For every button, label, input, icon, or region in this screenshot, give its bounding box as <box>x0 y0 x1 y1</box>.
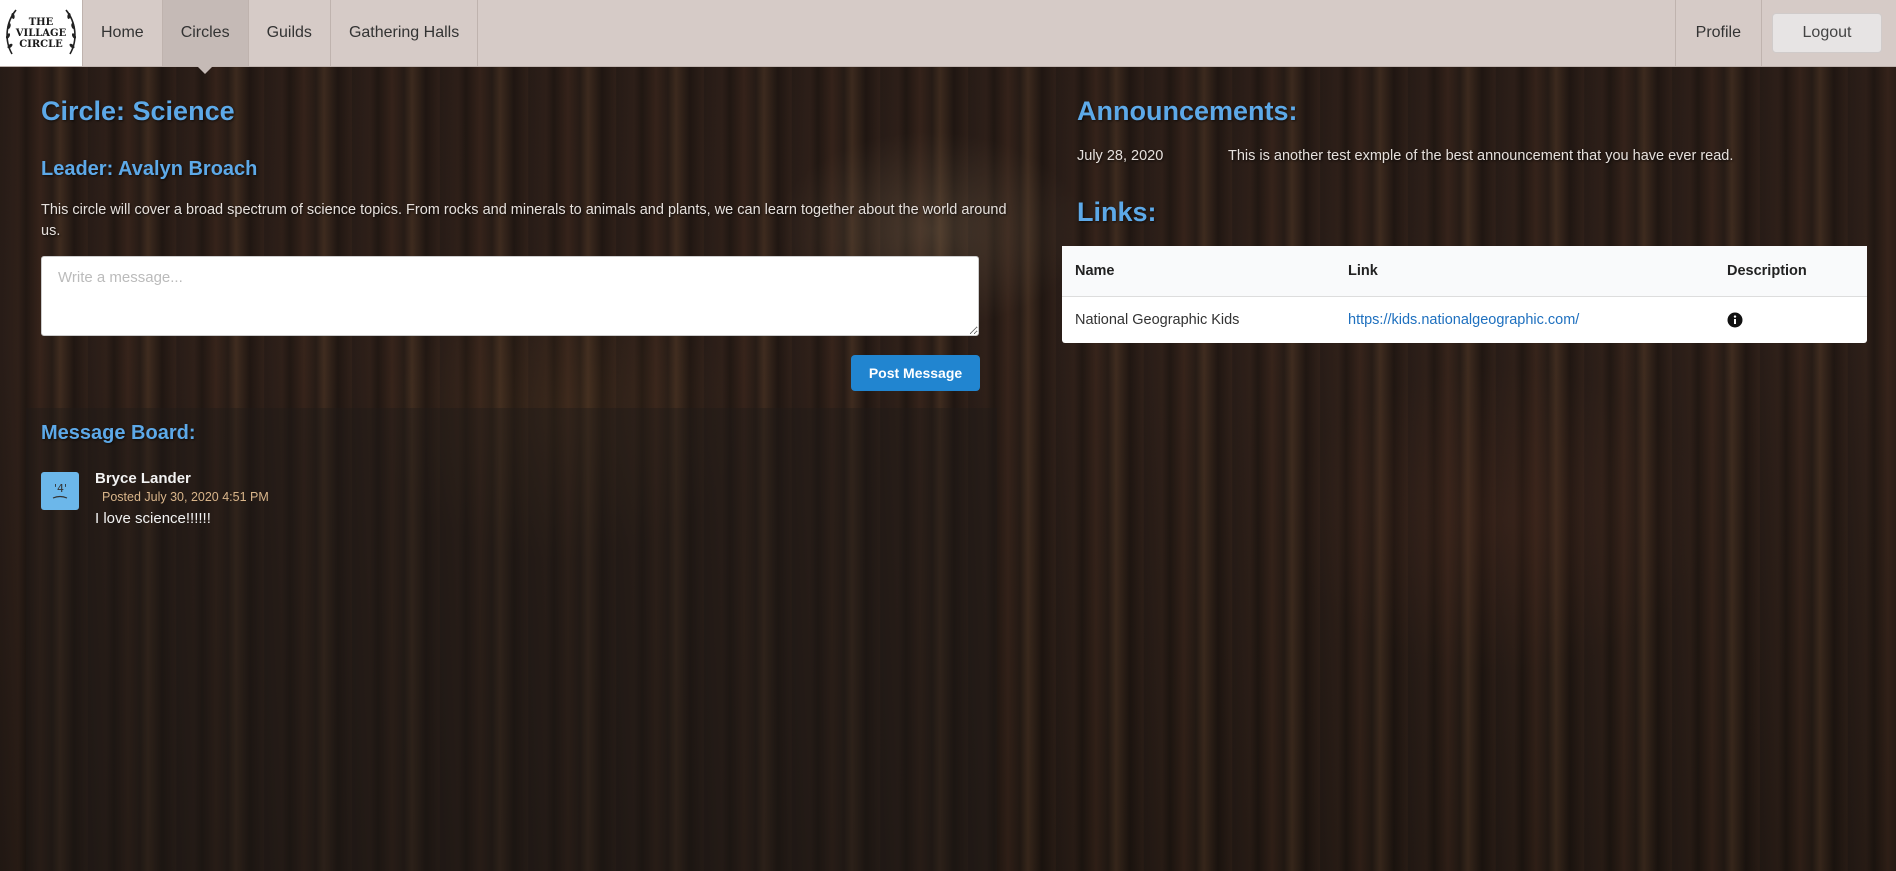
column-header-link: Link <box>1335 246 1714 297</box>
circle-description: This circle will cover a broad spectrum … <box>41 202 1007 239</box>
message-input[interactable] <box>41 256 979 336</box>
link-description-cell <box>1714 297 1867 344</box>
nav-item-gathering-halls[interactable]: Gathering Halls <box>331 0 479 66</box>
nav-item-circles[interactable]: Circles <box>162 0 249 74</box>
link-url-cell: https://kids.nationalgeographic.com/ <box>1335 297 1714 344</box>
nav-right-group: Profile Logout <box>1674 0 1896 66</box>
table-row: National Geographic Kids https://kids.na… <box>1062 297 1867 344</box>
nav-item-home[interactable]: Home <box>83 0 163 66</box>
nav-item-label: Gathering Halls <box>348 24 460 41</box>
logout-button[interactable]: Logout <box>1772 13 1882 53</box>
avatar[interactable]: '4' <box>41 472 79 510</box>
top-navbar: THE VILLAGE CIRCLE Home Circles Guilds G… <box>0 0 1896 74</box>
message-board: Message Board: '4' Bryce Lander Posted J… <box>26 408 997 871</box>
circle-title: Circle: Science <box>41 96 235 126</box>
circle-leader: Leader: Avalyn Broach <box>41 158 258 180</box>
announcement-text: This is another test exmple of the best … <box>1228 148 1734 164</box>
avatar-face-icon: '4' <box>52 482 68 499</box>
laurel-icon <box>5 9 77 55</box>
link-name-cell: National Geographic Kids <box>1075 312 1240 328</box>
post-message-button[interactable]: Post Message <box>851 355 980 391</box>
links-title: Links: <box>1077 197 1157 227</box>
info-circle-icon[interactable] <box>1727 312 1743 328</box>
post-text: I love science!!!!!! <box>95 510 211 527</box>
column-header-description: Description <box>1714 246 1867 297</box>
table-header-row: Name Link Description <box>1062 246 1867 297</box>
announcements-title: Announcements: <box>1077 96 1298 126</box>
post-date: Posted July 30, 2020 4:51 PM <box>102 490 269 504</box>
links-table: Name Link Description National Geographi… <box>1062 246 1867 343</box>
svg-text:'4': '4' <box>54 482 67 495</box>
nav-item-label: Circles <box>180 24 230 41</box>
column-header-name: Name <box>1062 246 1335 297</box>
announcement-date: July 28, 2020 <box>1077 148 1164 164</box>
message-board-title: Message Board: <box>41 422 196 444</box>
nav-item-profile[interactable]: Profile <box>1676 0 1762 66</box>
nav-item-guilds[interactable]: Guilds <box>249 0 331 66</box>
post-author[interactable]: Bryce Lander <box>95 470 191 487</box>
main-content: Circle: Science Leader: Avalyn Broach Th… <box>0 66 1896 871</box>
link-url[interactable]: https://kids.nationalgeographic.com/ <box>1348 312 1579 328</box>
nav-item-label: Guilds <box>266 24 312 41</box>
site-logo[interactable]: THE VILLAGE CIRCLE <box>0 0 83 66</box>
nav-item-label: Home <box>101 24 144 41</box>
